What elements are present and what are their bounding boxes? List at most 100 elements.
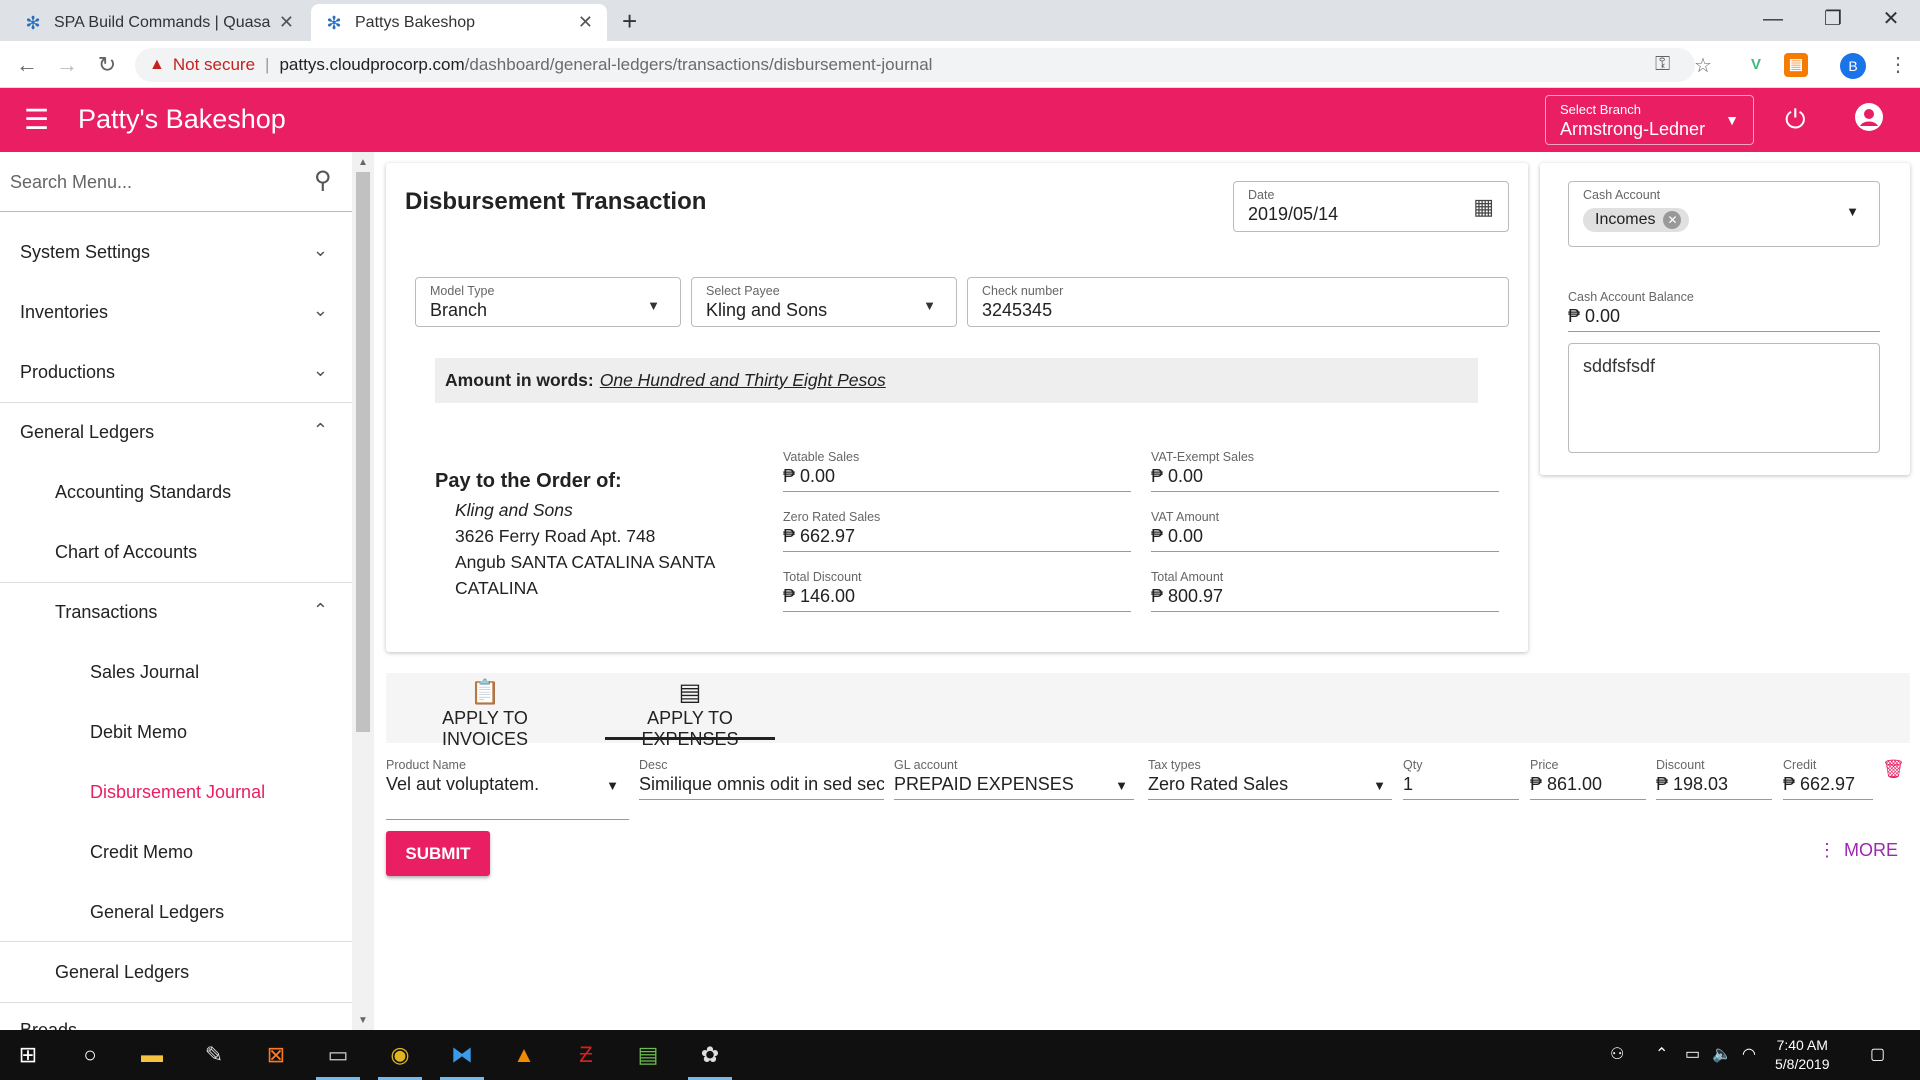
amount-words-label: Amount in words: xyxy=(445,370,594,390)
sidebar-item-sales-journal[interactable]: Sales Journal xyxy=(0,642,352,702)
search-menu-input[interactable] xyxy=(10,166,300,198)
discount-label: Discount xyxy=(1656,758,1705,772)
sidebar-item-general-ledgers-sub[interactable]: General Ledgers xyxy=(0,882,352,942)
windows-start-icon[interactable]: ⊞ xyxy=(0,1030,56,1080)
chrome-icon[interactable]: ◉ xyxy=(372,1030,428,1080)
delete-icon[interactable]: 🗑 xyxy=(1882,759,1905,780)
paint-app-icon[interactable]: ✎ xyxy=(186,1030,242,1080)
address-bar[interactable]: ▲ Not secure | pattys.cloudprocorp.com /… xyxy=(135,48,1695,82)
check-number-field[interactable]: Check number 3245345 xyxy=(967,277,1509,327)
wifi-icon[interactable]: ◠ xyxy=(1742,1044,1756,1064)
sidebar-item-general-ledgers-2[interactable]: General Ledgers xyxy=(0,942,352,1002)
tax-types-label: Tax types xyxy=(1148,758,1201,772)
vscode-icon[interactable]: ⧓ xyxy=(434,1030,490,1080)
sidebar-item-label: Transactions xyxy=(55,601,158,622)
people-icon[interactable]: ⚇ xyxy=(1610,1044,1624,1064)
date-field[interactable]: Date 2019/05/14 ▦ xyxy=(1233,181,1509,232)
scroll-up-icon[interactable]: ▲ xyxy=(358,157,368,168)
dropdown-arrow-icon: ▼ xyxy=(1846,204,1859,219)
sidebar-item-productions[interactable]: Productions ⌄ xyxy=(0,342,352,402)
cortana-search-icon[interactable]: ○ xyxy=(62,1030,118,1080)
power-icon[interactable]: ⏻ xyxy=(1785,104,1806,136)
close-window-icon[interactable]: ✕ xyxy=(1868,4,1914,34)
model-type-value: Branch xyxy=(430,300,488,320)
extension-icon[interactable]: ▤ xyxy=(1784,53,1808,77)
profile-avatar[interactable]: B xyxy=(1840,53,1866,79)
sidebar-item-disbursement-journal[interactable]: Disbursement Journal xyxy=(0,762,352,822)
sidebar-item-debit-memo[interactable]: Debit Memo xyxy=(0,702,352,762)
vatable-sales-field: Vatable Sales ₱ 0.00 xyxy=(783,450,1131,492)
cash-account-select[interactable]: Cash Account Incomes ✕ ▼ xyxy=(1568,181,1880,247)
filezilla-icon[interactable]: Ƶ xyxy=(558,1030,614,1080)
close-tab-icon[interactable]: ✕ xyxy=(578,12,593,33)
sidebar-item-system-settings[interactable]: System Settings ⌄ xyxy=(0,222,352,282)
account-circle-icon[interactable] xyxy=(1855,103,1883,131)
browser-tab-quasar[interactable]: ✻ SPA Build Commands | Quasar Fr ✕ xyxy=(10,4,308,41)
scroll-down-icon[interactable]: ▼ xyxy=(358,1015,368,1026)
vue-devtools-icon[interactable]: V xyxy=(1744,53,1768,77)
price-field[interactable]: Price ₱ 861.00 xyxy=(1530,758,1646,800)
cash-account-label: Cash Account xyxy=(1583,188,1661,202)
more-button[interactable]: ⋮ MORE xyxy=(1818,840,1898,861)
submit-button[interactable]: SUBMIT xyxy=(386,831,490,876)
check-number-label: Check number xyxy=(982,284,1064,298)
file-explorer-icon[interactable]: ▬ xyxy=(124,1030,180,1080)
sidebar-item-label: Disbursement Journal xyxy=(90,781,266,802)
desc-field[interactable]: Desc Similique omnis odit in sed sec xyxy=(639,758,884,800)
close-tab-icon[interactable]: ✕ xyxy=(279,12,294,33)
restore-icon[interactable]: ❐ xyxy=(1810,4,1856,34)
sidebar-item-general-ledgers[interactable]: General Ledgers ⌃ xyxy=(0,402,352,462)
system-clock[interactable]: 7:40 AM 5/8/2019 xyxy=(1775,1036,1830,1074)
model-type-select[interactable]: Model Type Branch ▼ xyxy=(415,277,681,327)
reload-icon[interactable]: ↻ xyxy=(92,50,122,80)
url-path: /dashboard/general-ledgers/transactions/… xyxy=(464,55,933,74)
dropdown-arrow-icon: ▼ xyxy=(1115,778,1128,793)
sidebar-item-inventories[interactable]: Inventories ⌄ xyxy=(0,282,352,342)
terminal-icon[interactable]: ▭ xyxy=(310,1030,366,1080)
cash-account-chip[interactable]: Incomes ✕ xyxy=(1583,208,1690,232)
discount-field[interactable]: Discount ₱ 198.03 xyxy=(1656,758,1772,800)
vat-exempt-sales-field: VAT-Exempt Sales ₱ 0.00 xyxy=(1151,450,1499,492)
tab-apply-to-expenses[interactable]: ▤ APPLY TO EXPENSES xyxy=(605,678,775,749)
volume-icon[interactable]: 🔈 xyxy=(1712,1044,1732,1064)
bookmark-star-icon[interactable]: ☆ xyxy=(1694,53,1712,78)
battery-icon[interactable]: ▭ xyxy=(1685,1044,1700,1064)
tax-types-select[interactable]: Tax types Zero Rated Sales ▼ xyxy=(1148,758,1392,800)
tab-label: APPLY TO INVOICES xyxy=(441,708,529,749)
chip-label: Incomes xyxy=(1595,211,1656,228)
xampp-icon[interactable]: ⊠ xyxy=(248,1030,304,1080)
notifications-icon[interactable]: ▢ xyxy=(1870,1044,1885,1064)
payee-select[interactable]: Select Payee Kling and Sons ▼ xyxy=(691,277,957,327)
qty-field[interactable]: Qty 1 xyxy=(1403,758,1519,800)
key-icon[interactable]: ⚿ xyxy=(1655,53,1670,76)
branch-select[interactable]: Select Branch Armstrong-Ledner ▼ xyxy=(1545,95,1754,145)
sidebar-item-accounting-standards[interactable]: Accounting Standards xyxy=(0,462,352,522)
spreadsheet-app-icon[interactable]: ▤ xyxy=(620,1030,676,1080)
browser-tab-pattys[interactable]: ✻ Pattys Bakeshop ✕ xyxy=(311,4,607,41)
chevron-up-icon[interactable]: ⌃ xyxy=(1655,1044,1668,1064)
calendar-icon[interactable]: ▦ xyxy=(1473,194,1494,220)
dropdown-arrow-icon: ▼ xyxy=(923,298,936,313)
menu-icon[interactable]: ☰ xyxy=(24,106,49,134)
sidebar-scrollbar-thumb[interactable] xyxy=(356,172,370,732)
new-tab-button[interactable]: + xyxy=(622,6,637,36)
remove-chip-icon[interactable]: ✕ xyxy=(1663,211,1682,229)
price-label: Price xyxy=(1530,758,1559,772)
address-line-2: Angub SANTA CATALINA SANTA xyxy=(455,552,716,572)
sidebar-item-label: Productions xyxy=(20,361,116,382)
sidebar-item-transactions[interactable]: Transactions ⌃ xyxy=(0,582,352,642)
paint-palette-icon[interactable]: ✿ xyxy=(682,1030,738,1080)
browser-menu-icon[interactable]: ⋮ xyxy=(1888,52,1908,77)
sidebar-item-chart-of-accounts[interactable]: Chart of Accounts xyxy=(0,522,352,582)
sidebar-item-credit-memo[interactable]: Credit Memo xyxy=(0,822,352,882)
minimize-icon[interactable]: — xyxy=(1750,4,1796,34)
product-name-select[interactable]: Product Name Vel aut voluptatem. ▼ xyxy=(386,758,629,820)
forward-icon[interactable]: → xyxy=(52,50,82,80)
search-icon[interactable]: ⚲ xyxy=(314,166,332,195)
vlc-icon[interactable]: ▲ xyxy=(496,1030,552,1080)
back-icon[interactable]: ← xyxy=(12,50,42,80)
sidebar-item-breads[interactable]: Breads xyxy=(0,1010,352,1030)
gl-account-select[interactable]: GL account PREPAID EXPENSES ▼ xyxy=(894,758,1134,800)
notes-textarea[interactable]: sddfsfsdf xyxy=(1568,343,1880,453)
tab-apply-to-invoices[interactable]: 📋 APPLY TO INVOICES xyxy=(405,678,565,749)
